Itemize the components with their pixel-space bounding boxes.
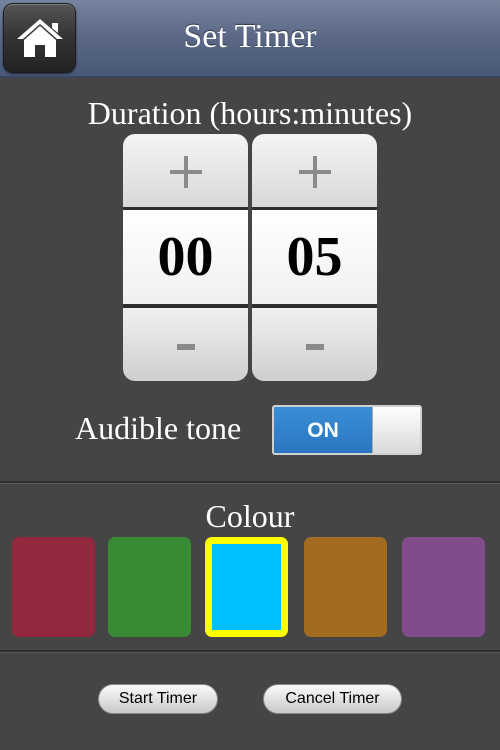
minus-icon <box>306 344 324 350</box>
minutes-value: 05 <box>252 210 377 304</box>
colour-swatch-blue[interactable] <box>205 537 288 637</box>
duration-label: Duration (hours:minutes) <box>87 95 413 131</box>
plus-icon <box>299 156 331 188</box>
minutes-spinner: 05 <box>252 134 377 381</box>
toggle-state-label: ON <box>274 407 372 453</box>
divider <box>0 650 500 653</box>
colour-swatch-red[interactable] <box>12 537 95 637</box>
hours-increment-button[interactable] <box>123 134 248 207</box>
minutes-increment-button[interactable] <box>252 134 377 207</box>
audible-tone-label: Audible tone <box>75 410 242 446</box>
start-timer-button[interactable]: Start Timer <box>98 684 218 714</box>
hours-spinner: 00 <box>123 134 248 381</box>
colour-swatch-orange[interactable] <box>304 537 387 637</box>
colour-label: Colour <box>205 498 295 534</box>
toggle-knob[interactable] <box>372 407 420 453</box>
page-title: Set Timer <box>183 18 317 55</box>
hours-value: 00 <box>123 210 248 304</box>
minutes-decrement-button[interactable] <box>252 308 377 381</box>
colour-swatch-green[interactable] <box>108 537 191 637</box>
cancel-timer-button[interactable]: Cancel Timer <box>263 684 402 714</box>
minus-icon <box>177 344 195 350</box>
plus-icon <box>170 156 202 188</box>
colour-swatch-purple[interactable] <box>402 537 485 637</box>
divider <box>0 481 500 484</box>
nav-bar: Set Timer <box>0 0 500 78</box>
audible-tone-toggle[interactable]: ON <box>272 405 422 455</box>
hours-decrement-button[interactable] <box>123 308 248 381</box>
